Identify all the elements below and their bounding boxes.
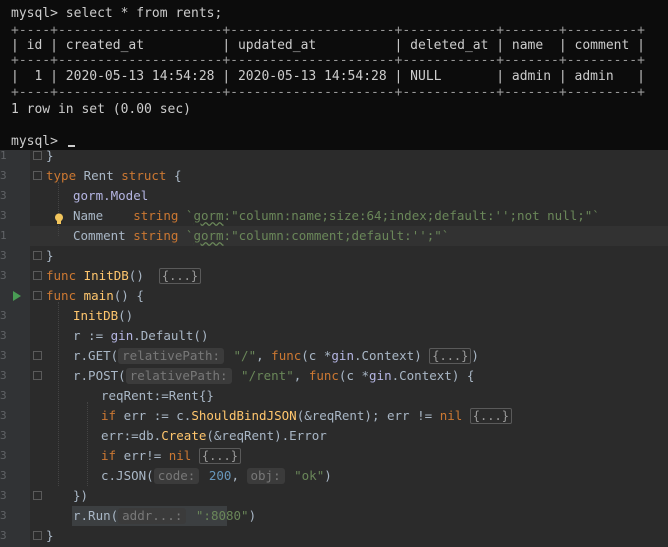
code-line-reqrent: reqRent:=Rent{} — [101, 388, 214, 403]
folded-block[interactable]: {...} — [429, 348, 472, 364]
indent-guide — [87, 402, 88, 486]
fold-icon[interactable] — [33, 151, 42, 160]
line-number: 3 — [0, 409, 7, 422]
code-line-if-bind: if err := c.ShouldBindJSON(&reqRent); er… — [101, 406, 512, 426]
result-summary: 1 row in set (0.00 sec) — [11, 102, 192, 117]
code-line-c-json: c.JSON(code: 200, obj: "ok") — [101, 468, 332, 484]
param-hint: addr...: — [118, 508, 187, 524]
param-hint: relativePath: — [125, 368, 232, 384]
code-line-if-err: if err!= nil {...} — [101, 446, 241, 466]
line-number: 3 — [0, 189, 7, 202]
code-line-initdb-call: InitDB() — [73, 308, 134, 323]
code-line: }) — [73, 488, 89, 503]
line-number: 3 — [0, 349, 7, 362]
code-line-r-run: r.Run(addr...: ":8080") — [73, 508, 257, 524]
param-hint: obj: — [246, 468, 285, 484]
line-number: 3 — [0, 309, 7, 322]
folded-block[interactable]: {...} — [198, 448, 241, 464]
fold-icon[interactable] — [33, 251, 42, 260]
line-number: 1 — [0, 149, 7, 162]
fold-icon[interactable] — [33, 351, 42, 360]
lightbulb-icon[interactable] — [54, 210, 64, 224]
folded-block[interactable]: {...} — [158, 268, 202, 284]
code-line-name-field: Name string `gorm:"column:name;size:64;i… — [73, 208, 600, 223]
line-number: 3 — [0, 469, 7, 482]
code-line-gorm-model: gorm.Model — [73, 188, 149, 203]
line-number: 1 — [0, 229, 7, 242]
fold-icon[interactable] — [33, 371, 42, 380]
line-number: 3 — [0, 249, 7, 262]
code-line-comment-field: Comment string `gorm:"column:comment;def… — [73, 228, 450, 243]
mysql-prompt[interactable]: mysql> — [11, 133, 75, 151]
table-border: +----+---------------------+------------… — [11, 85, 645, 100]
code-editor[interactable]: 1 3 3 3 1 3 3 3 3 3 3 3 3 3 3 3 3 3 3 } … — [0, 148, 668, 547]
line-number: 3 — [0, 269, 7, 282]
code-line: } — [46, 248, 54, 263]
param-hint: relativePath: — [118, 348, 224, 364]
code-line-type-rent: type Rent struct { — [46, 168, 182, 183]
folded-block[interactable]: {...} — [469, 408, 512, 424]
fold-icon[interactable] — [33, 531, 42, 540]
line-number: 3 — [0, 369, 7, 382]
code-line-func-initdb: func InitDB() {...} — [46, 266, 202, 286]
code-line-r-post: r.POST(relativePath: "/rent", func(c *gi… — [73, 368, 475, 384]
code-line: } — [46, 528, 54, 543]
code-line-func-main: func main() { — [46, 288, 144, 303]
indent-guide — [58, 302, 59, 486]
fold-icon[interactable] — [33, 271, 42, 280]
indent-guide — [58, 182, 59, 236]
line-number: 3 — [0, 429, 7, 442]
fold-icon[interactable] — [33, 491, 42, 500]
line-number: 3 — [0, 489, 7, 502]
fold-icon[interactable] — [33, 171, 42, 180]
fold-icon[interactable] — [33, 291, 42, 300]
code-line-gin-default: r := gin.Default() — [73, 328, 209, 343]
terminal-cursor — [67, 145, 75, 147]
line-number: 3 — [0, 389, 7, 402]
line-number: 3 — [0, 449, 7, 462]
code-line: } — [46, 148, 54, 163]
line-number: 3 — [0, 169, 7, 182]
code-line-r-get: r.GET(relativePath: "/", func(c *gin.Con… — [73, 348, 479, 364]
param-hint: code: — [153, 468, 200, 484]
line-number: 3 — [0, 329, 7, 342]
line-number: 3 — [0, 209, 7, 222]
run-gutter-icon[interactable] — [13, 291, 21, 301]
line-number: 3 — [0, 509, 7, 522]
line-gutter[interactable]: 1 3 3 3 1 3 3 3 3 3 3 3 3 3 3 3 3 3 3 — [0, 149, 30, 547]
mysql-terminal[interactable]: mysql> select * from rents; +----+------… — [0, 0, 668, 150]
terminal-line: mysql> select * from rents; — [11, 6, 223, 21]
code-line-db-create: err:=db.Create(&reqRent).Error — [101, 428, 327, 443]
prompt-text: mysql> — [11, 134, 66, 149]
line-number: 3 — [0, 529, 7, 542]
